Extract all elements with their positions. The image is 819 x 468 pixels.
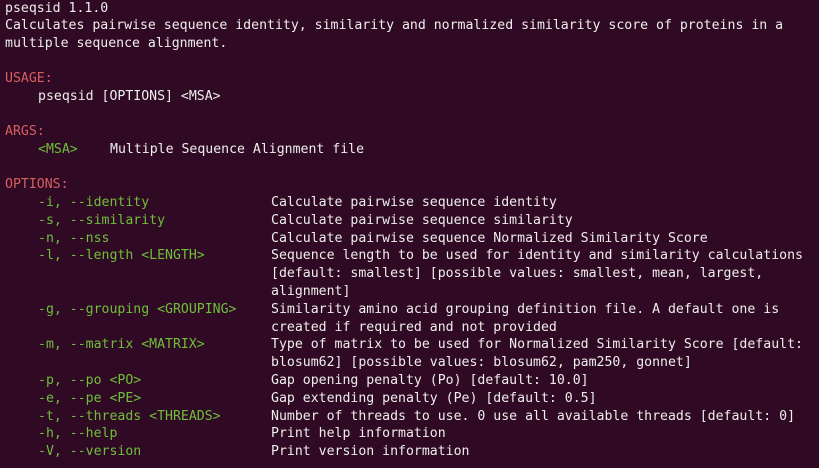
option-flag: -n, --nss [38, 231, 110, 246]
usage-command: pseqsid [OPTIONS] <MSA> [38, 89, 221, 104]
option-description: Number of threads to use. 0 use all avai… [271, 409, 796, 424]
option-description: Print version information [271, 444, 470, 459]
option-flag: -i, --identity [38, 195, 150, 210]
option-description: Gap extending penalty (Pe) [default: 0.5… [271, 391, 597, 406]
option-flag: -m, --matrix <MATRIX> [38, 337, 205, 352]
option-flag: -t, --threads <THREADS> [38, 409, 221, 424]
option-description: created if required and not provided [271, 320, 557, 335]
option-flag: -e, --pe <PE> [38, 391, 142, 406]
option-description: Sequence length to be used for identity … [271, 248, 803, 263]
usage-header: USAGE: [5, 71, 53, 86]
option-description: Print help information [271, 426, 446, 441]
option-flag: -g, --grouping <GROUPING> [38, 302, 237, 317]
option-description: Calculate pairwise sequence Normalized S… [271, 231, 708, 246]
arg-msa-name: <MSA> [38, 142, 78, 157]
option-description: alignment] [271, 284, 351, 299]
terminal-window[interactable]: pseqsid 1.1.0 Calculates pairwise sequen… [0, 0, 819, 468]
option-description: Calculate pairwise sequence similarity [271, 213, 573, 228]
option-flag: -V, --version [38, 444, 142, 459]
program-description-line2: multiple sequence alignment. [5, 36, 228, 51]
option-flag: -l, --length <LENGTH> [38, 248, 205, 263]
arg-msa-description: Multiple Sequence Alignment file [110, 142, 365, 157]
option-flag: -s, --similarity [38, 213, 166, 228]
option-description: Type of matrix to be used for Normalized… [271, 337, 803, 352]
option-description: Gap opening penalty (Po) [default: 10.0] [271, 373, 589, 388]
option-flag: -p, --po <PO> [38, 373, 142, 388]
program-name-version: pseqsid 1.1.0 [5, 1, 109, 16]
program-description-line1: Calculates pairwise sequence identity, s… [5, 18, 784, 33]
option-description: [default: smallest] [possible values: sm… [271, 266, 764, 281]
option-description: blosum62] [possible values: blosum62, pa… [271, 355, 692, 370]
options-header: OPTIONS: [5, 177, 69, 192]
option-description: Calculate pairwise sequence identity [271, 195, 557, 210]
option-flag: -h, --help [38, 426, 118, 441]
args-header: ARGS: [5, 124, 45, 139]
option-description: Similarity amino acid grouping definitio… [271, 302, 780, 317]
